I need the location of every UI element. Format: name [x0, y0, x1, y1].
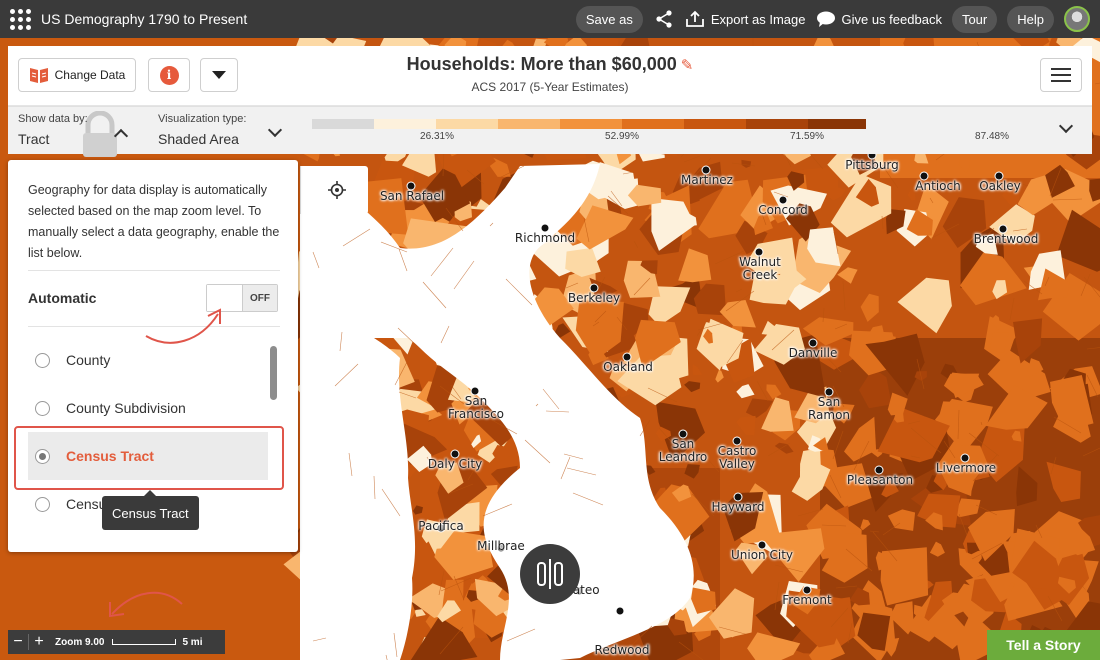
feedback-label: Give us feedback [841, 11, 942, 27]
automatic-label: Automatic [28, 290, 97, 306]
divider [28, 326, 280, 327]
census-tract[interactable] [880, 547, 929, 606]
top-bar: US Demography 1790 to Present Save as Ex… [0, 0, 1100, 38]
data-header-panel: Change Data i Households: More than $60,… [8, 46, 1092, 106]
city-label: Union City [730, 548, 794, 562]
tooltip: Census Tract [102, 490, 199, 530]
legend-color-swatch [684, 119, 746, 129]
page-title: Households: More than $60,000 [406, 54, 677, 74]
geography-description: Geography for data display is automatica… [28, 183, 280, 260]
radio-button[interactable] [35, 352, 50, 368]
scale-label: 5 mi [182, 636, 203, 648]
city-label: Hayward [711, 500, 765, 514]
legend-tick-label: 71.59% [790, 131, 824, 142]
city-label: Danville [788, 346, 838, 360]
menu-button[interactable] [1040, 58, 1082, 92]
legend-color-swatch [560, 119, 622, 129]
legend-color-swatch [312, 119, 374, 129]
city-label: Walnut Creek [739, 255, 781, 282]
geo-option-county[interactable]: County [28, 336, 268, 384]
zoom-out-button[interactable]: − [8, 633, 28, 651]
geo-option-label: County [66, 352, 111, 368]
city-label: San Rafael [379, 189, 445, 203]
swipe-left-icon [537, 562, 546, 586]
help-button[interactable]: Help [1007, 5, 1054, 33]
city-marker[interactable] [615, 606, 625, 616]
chevron-up-icon[interactable] [113, 128, 129, 144]
radio-button[interactable] [35, 496, 50, 512]
city-label: San Ramon [807, 395, 851, 422]
legend-tick-label: 87.48% [975, 131, 1009, 142]
legend-color-swatch [808, 119, 866, 129]
user-avatar[interactable] [1064, 6, 1090, 32]
legend-color-swatch [436, 119, 498, 129]
city-label: Antioch [915, 179, 961, 193]
crosshair-icon [328, 181, 346, 199]
legend-expand-chevron-icon[interactable] [1058, 118, 1074, 134]
city-label: Redwood [594, 643, 650, 657]
share-icon[interactable] [653, 8, 675, 30]
city-label: Richmond [514, 231, 576, 245]
legend-tick-label: 52.99% [605, 131, 639, 142]
city-label: Livermore [935, 461, 997, 475]
upload-icon [685, 10, 704, 27]
city-label: Martinez [681, 173, 733, 187]
city-label: Oakland [603, 360, 653, 374]
export-image-button[interactable]: Export as Image [685, 10, 806, 28]
feedback-button[interactable]: Give us feedback [816, 10, 942, 28]
edit-pencil-icon[interactable]: ✎ [681, 57, 694, 74]
zoom-level: Zoom 9.00 [55, 636, 105, 648]
apps-grid-icon[interactable] [9, 8, 31, 30]
city-label: Concord [758, 203, 808, 217]
city-label: Oakley [979, 179, 1021, 193]
city-label: Millbrae [477, 539, 525, 553]
city-label: Pleasanton [846, 473, 914, 487]
tell-a-story-button[interactable]: Tell a Story [987, 630, 1100, 660]
city-label: Pittsburg [845, 158, 899, 172]
hamburger-icon [1051, 68, 1071, 82]
zoom-in-button[interactable]: + [29, 633, 49, 651]
toggle-state-label: OFF [243, 285, 277, 311]
city-label: Daly City [427, 457, 483, 471]
legend-color-swatch [622, 119, 684, 129]
swipe-right-icon [554, 562, 563, 586]
city-label: Berkeley [567, 291, 621, 305]
city-label: Brentwood [973, 232, 1039, 246]
scale-bar [112, 639, 177, 645]
legend-color-swatch [746, 119, 808, 129]
radio-button[interactable] [35, 400, 50, 416]
chevron-down-icon[interactable] [267, 122, 283, 138]
divider [28, 270, 280, 271]
automatic-toggle[interactable]: OFF [206, 284, 278, 312]
speech-bubble-icon [816, 11, 835, 27]
city-label: Pacifica [418, 519, 464, 533]
locate-button[interactable] [300, 166, 368, 214]
toggle-knob[interactable] [207, 285, 243, 311]
show-data-by-label: Show data by: [18, 113, 88, 125]
city-label: Fremont [782, 593, 832, 607]
city-label: Castro Valley [717, 444, 757, 471]
legend-color-swatch [498, 119, 560, 129]
geo-option-label: County Subdivision [66, 400, 186, 416]
export-label: Export as Image [710, 11, 806, 27]
panel-scrollbar[interactable] [270, 346, 277, 400]
control-bar: Show data by: Tract Visualization type: … [8, 106, 1092, 157]
viz-type-value[interactable]: Shaded Area [158, 131, 239, 147]
geo-option-county-subdivision[interactable]: County Subdivision [28, 384, 268, 432]
legend-tick-label: 26.31% [420, 131, 454, 142]
highlight-annotation [14, 426, 284, 490]
city-label: San Francisco [447, 394, 505, 421]
viz-type-label: Visualization type: [158, 113, 247, 125]
swipe-compare-button[interactable] [520, 544, 580, 604]
show-data-by-value[interactable]: Tract [18, 131, 49, 147]
save-as-button[interactable]: Save as [575, 5, 643, 33]
tour-button[interactable]: Tour [951, 5, 998, 33]
zoom-control-bar: − + Zoom 9.00 5 mi [8, 630, 225, 654]
data-source-subtitle: ACS 2017 (5-Year Estimates) [471, 80, 629, 94]
census-tract[interactable] [799, 448, 822, 482]
legend-color-swatch [374, 119, 436, 129]
title-area: Households: More than $60,000 ✎ ACS 2017 … [8, 54, 1092, 94]
swipe-divider-icon [549, 559, 551, 589]
app-title: US Demography 1790 to Present [41, 11, 248, 27]
